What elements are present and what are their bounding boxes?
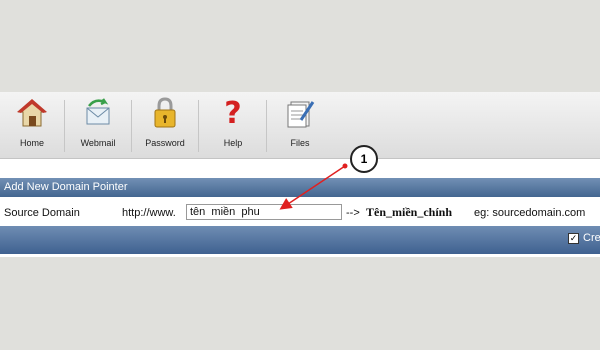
annotation-arrow: [279, 163, 348, 210]
callout-badge: 1: [350, 145, 378, 173]
